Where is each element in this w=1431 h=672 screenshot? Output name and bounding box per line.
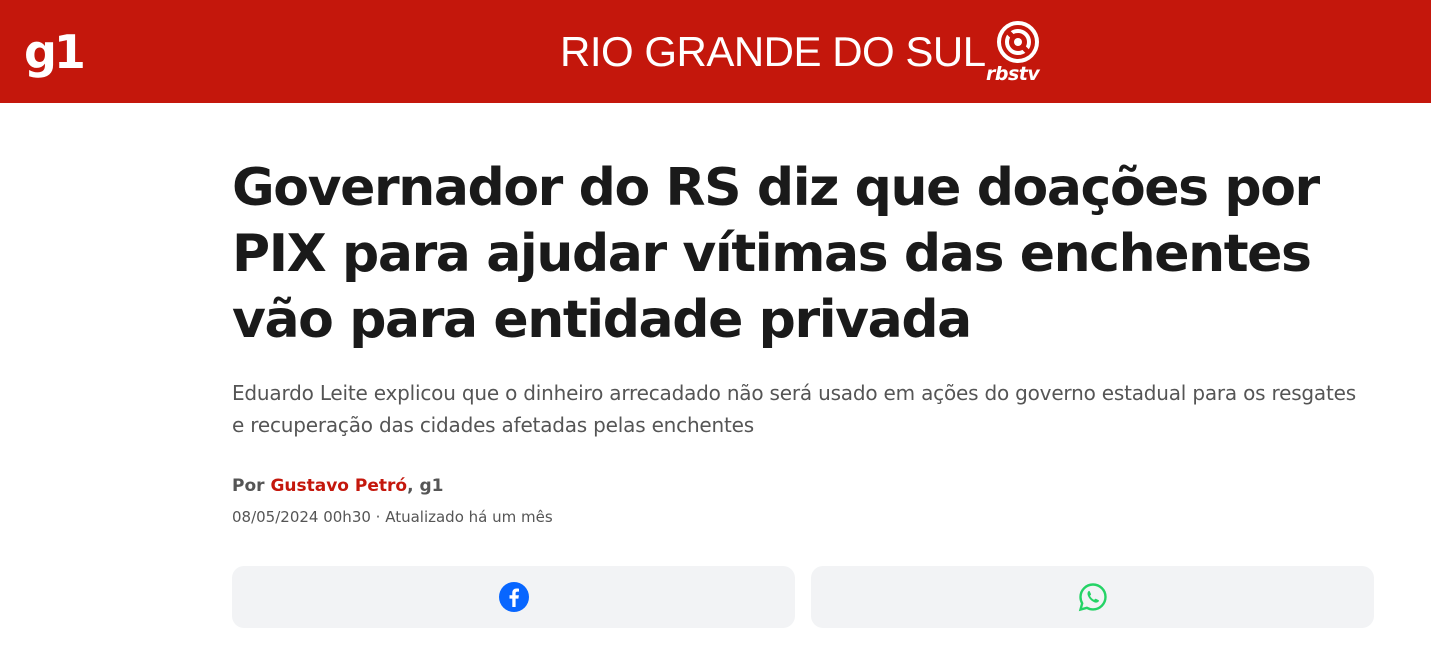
author-link[interactable]: Gustavo Petró	[270, 476, 407, 496]
whatsapp-icon	[1078, 583, 1107, 612]
article-title: Governador do RS diz que doações por PIX…	[232, 158, 1320, 350]
publish-date: 08/05/2024 00h30 · Atualizado há um mês	[232, 508, 553, 526]
byline-prefix: Por	[232, 476, 265, 496]
byline-source: , g1	[407, 476, 444, 496]
facebook-icon	[498, 582, 529, 612]
share-facebook-button[interactable]	[232, 566, 795, 628]
article-subtitle: Eduardo Leite explicou que o dinheiro ar…	[232, 381, 1356, 437]
byline: Por Gustavo Petró, g1	[232, 475, 443, 497]
site-header: g1 RIO GRANDE DO SUL rbstv	[0, 0, 1431, 103]
rbstv-logo-text: rbstv	[986, 63, 1040, 85]
g1-logo[interactable]: g1	[24, 22, 86, 82]
share-whatsapp-button[interactable]	[811, 566, 1374, 628]
section-title[interactable]: RIO GRANDE DO SUL	[560, 28, 986, 76]
